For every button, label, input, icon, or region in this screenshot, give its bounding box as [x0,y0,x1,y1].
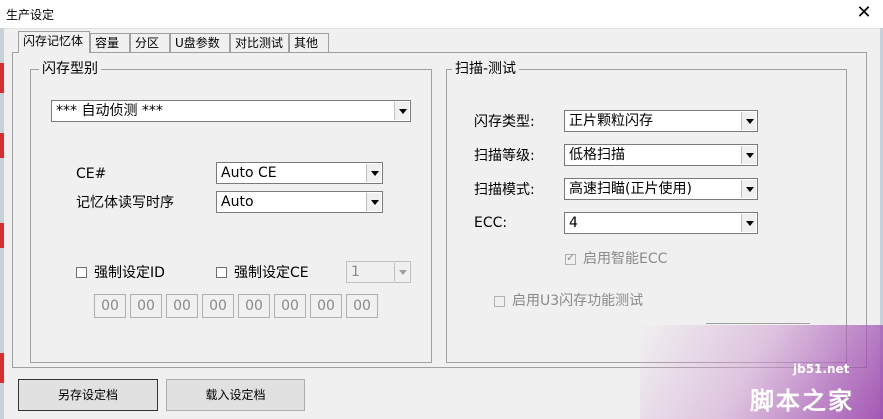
u3-test-label: 启用U3闪存功能测试 [512,293,644,309]
timing-value: Auto [221,194,254,210]
flash-type-group-title: 闪存型别 [39,61,101,77]
scan-test-group-title: 扫描-测试 [452,61,520,77]
watermark-logo: 脚本之家 [750,387,854,415]
window-title: 生产设定 [6,8,55,22]
divider [706,323,810,324]
scan-level-value: 低格扫描 [569,147,625,163]
timing-select[interactable]: Auto [216,191,383,213]
id-byte-field: 00 [238,294,270,318]
left-window-edge [0,28,4,419]
force-ce-label: 强制设定CE [234,265,309,281]
scan-level-select[interactable]: 低格扫描 [564,144,758,166]
ecc-value: 4 [569,215,578,231]
scan-level-label: 扫描等级: [474,148,535,164]
timing-label: 记忆体读写时序 [76,195,174,211]
id-byte-fields: 00 00 00 00 00 00 00 00 [94,294,384,320]
tab-other[interactable]: 其他 [289,33,329,52]
chevron-down-icon[interactable] [741,112,756,130]
chevron-down-icon[interactable] [741,146,756,164]
smart-ecc-checkbox [565,251,576,265]
id-byte-field: 00 [94,294,126,318]
force-id-label: 强制设定ID [94,265,165,281]
id-byte-field: 00 [274,294,306,318]
save-settings-button[interactable]: 另存设定档 [18,379,158,411]
chevron-down-icon [394,263,409,281]
flash-detect-select[interactable]: *** 自动侦测 *** [51,100,411,122]
force-ce-value: 1 [351,264,360,280]
force-ce-checkbox[interactable] [216,267,227,278]
id-byte-field: 00 [202,294,234,318]
chevron-down-icon[interactable] [366,193,381,211]
chevron-down-icon[interactable] [394,102,409,120]
id-byte-field: 00 [346,294,378,318]
ce-value: Auto CE [221,165,277,181]
flash-kind-value: 正片颗粒闪存 [569,113,653,129]
tab-partition[interactable]: 分区 [130,33,170,52]
smart-ecc-label: 启用智能ECC [583,251,668,267]
tab-capacity[interactable]: 容量 [90,33,130,52]
scan-mode-value: 高速扫瞄(正片使用) [569,181,692,197]
chevron-down-icon[interactable] [366,164,381,182]
chevron-down-icon[interactable] [741,214,756,232]
chevron-down-icon[interactable] [741,180,756,198]
watermark-url: jb51.net [793,362,850,376]
close-icon[interactable]: ✕ [853,3,875,23]
id-byte-field: 00 [166,294,198,318]
flash-kind-label: 闪存类型: [474,114,535,130]
force-id-checkbox[interactable] [76,267,87,278]
flash-detect-value: *** 自动侦测 *** [56,103,163,119]
tab-flash-memory[interactable]: 闪存记忆体 [18,31,90,53]
u3-test-checkbox [494,296,505,307]
load-settings-button[interactable]: 载入设定档 [166,379,305,411]
tab-compare-test[interactable]: 对比测试 [230,33,289,52]
id-byte-field: 00 [130,294,162,318]
title-bar: 生产设定 ✕ [0,0,883,29]
force-ce-select: 1 [346,261,411,283]
ce-select[interactable]: Auto CE [216,162,383,184]
tab-usb-params[interactable]: U盘参数 [170,33,230,52]
ce-label: CE# [76,166,107,182]
scan-mode-label: 扫描模式: [474,182,535,198]
ecc-label: ECC: [474,215,508,231]
id-byte-field: 00 [310,294,342,318]
flash-kind-select[interactable]: 正片颗粒闪存 [564,110,758,132]
scan-mode-select[interactable]: 高速扫瞄(正片使用) [564,178,758,200]
ecc-select[interactable]: 4 [564,212,758,234]
